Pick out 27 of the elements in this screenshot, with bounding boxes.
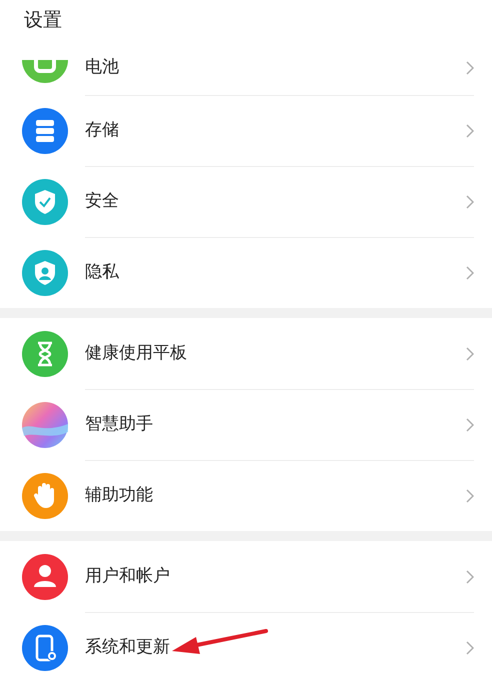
page-title: 设置 <box>24 8 62 33</box>
item-label: 系统和更新 <box>85 636 170 660</box>
item-label: 隐私 <box>85 261 119 284</box>
chevron-icon <box>466 570 474 584</box>
settings-item[interactable]: 用户和帐户 <box>0 541 492 612</box>
chevron-icon <box>466 418 474 432</box>
settings-item[interactable]: 电池 <box>0 40 492 95</box>
settings-item[interactable]: 健康使用平板 <box>0 318 492 389</box>
item-label: 用户和帐户 <box>85 564 170 588</box>
item-label: 存储 <box>85 119 119 142</box>
chevron-icon <box>466 195 474 209</box>
chevron-icon <box>466 266 474 280</box>
settings-item[interactable]: 智慧助手 <box>0 389 492 460</box>
item-label: 智慧助手 <box>85 413 153 436</box>
chevron-icon <box>466 489 474 503</box>
item-label: 电池 <box>85 56 119 79</box>
chevron-icon <box>466 346 474 360</box>
settings-item[interactable]: 系统和更新 <box>0 612 492 678</box>
item-label: 健康使用平板 <box>85 342 187 365</box>
settings-item[interactable]: 安全 <box>0 166 492 237</box>
item-label: 安全 <box>85 190 119 214</box>
item-label: 辅助功能 <box>85 484 153 508</box>
chevron-icon <box>466 641 474 655</box>
chevron-icon <box>466 60 474 74</box>
assistant-icon <box>22 402 68 448</box>
chevron-icon <box>466 124 474 138</box>
settings-item[interactable]: 存储 <box>0 95 492 166</box>
